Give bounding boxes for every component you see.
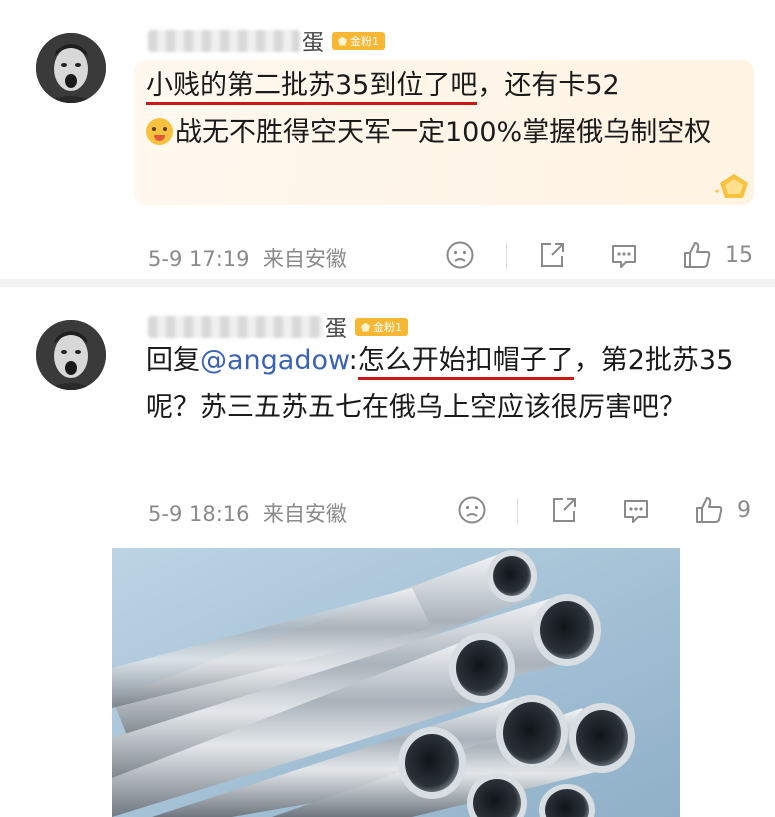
attached-image[interactable] [112,548,680,817]
underlined-text: 怎么开始扣帽子了 [357,345,574,380]
username[interactable]: 蛋 金粉1 [148,26,386,56]
diamond-icon [361,322,371,332]
diamond-decoration-icon [715,174,748,198]
separator [517,498,518,524]
steel-pipes-image [112,548,680,817]
share-button[interactable] [537,240,567,270]
comment-meta: 5-9 18:16 来自安徽 [148,498,347,528]
comment-meta: 5-9 17:19 来自安徽 [148,243,347,273]
fan-badge[interactable]: 金粉1 [332,32,386,50]
comment-text-part: 战无不胜得空天军一定100%掌握俄乌制空权 [175,117,712,148]
reply-prefix: 回复 [146,345,200,376]
comment-2: 蛋 金粉1 回复@angadow:怎么开始扣帽子了，第2批苏35呢？苏三五苏五七… [0,287,775,537]
avatar[interactable] [36,33,106,103]
like-button[interactable]: 9 [694,495,751,525]
share-icon [541,243,564,267]
like-button[interactable]: 15 [682,240,753,270]
badge-label: 金粉1 [350,35,380,48]
tongue-emoji-icon [146,118,173,145]
avatar[interactable] [36,320,106,390]
share-button[interactable] [549,495,579,525]
underlined-text: 小贱的第二批苏35到位了吧 [146,70,478,105]
diamond-icon [338,36,348,46]
like-icon [684,242,711,268]
share-icon [553,498,576,522]
comment-icon [612,245,636,268]
username-blurred [148,316,323,338]
comment-button[interactable] [621,495,651,525]
comment-divider [0,279,775,287]
dislike-button[interactable] [445,240,475,270]
comment-text-part: ，还有卡52 [477,70,620,101]
badge-label: 金粉1 [373,321,403,334]
comment-icon [624,500,648,523]
location: 来自安徽 [262,247,347,271]
fan-badge[interactable]: 金粉1 [355,318,409,336]
comment-1: 蛋 金粉1 小贱的第二批苏35到位了吧，还有卡52 战无不胜得空天军一定100%掌… [0,0,775,279]
comment-text: 小贱的第二批苏35到位了吧，还有卡52 战无不胜得空天军一定100%掌握俄乌制空权 [146,62,746,156]
like-count: 9 [737,497,751,523]
like-count: 15 [725,242,753,268]
like-icon [696,497,723,523]
timestamp: 5-9 17:19 [148,247,250,271]
username-visible: 蛋 [302,31,325,56]
dislike-icon [446,241,474,269]
dislike-button[interactable] [457,495,487,525]
comment-text: 回复@angadow:怎么开始扣帽子了，第2批苏35呢？苏三五苏五七在俄乌上空应… [146,337,756,431]
comment-button[interactable] [609,240,639,270]
colon: : [348,345,358,376]
username-blurred [148,30,300,52]
separator [506,243,507,269]
timestamp: 5-9 18:16 [148,502,250,526]
location: 来自安徽 [262,502,347,526]
dislike-icon [458,496,486,524]
mention-link[interactable]: @angadow [200,345,349,376]
